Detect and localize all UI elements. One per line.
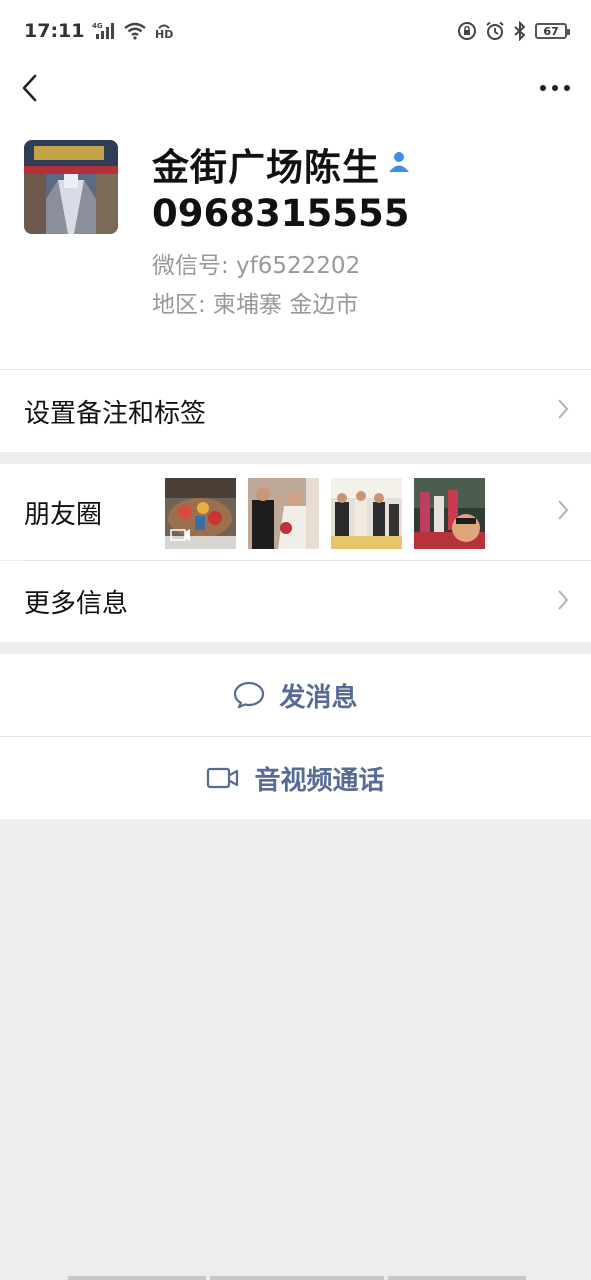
- more-dots-icon[interactable]: [539, 84, 571, 92]
- verified-user-icon: [388, 151, 410, 173]
- top-section: 17:11 4G HD 67 金街广场陈生 0968315555 微信号: yf…: [0, 0, 591, 369]
- avatar[interactable]: [24, 140, 118, 234]
- status-bar: 17:11 4G HD 67: [0, 0, 591, 62]
- send-message-button[interactable]: 发消息: [0, 654, 591, 736]
- nav-bar: [0, 62, 591, 114]
- wifi-icon: [124, 22, 147, 40]
- battery-icon: 67: [535, 23, 570, 39]
- chevron-right-icon: [557, 398, 569, 424]
- chevron-right-icon: [557, 589, 569, 615]
- chevron-right-icon: [557, 499, 569, 525]
- moments-label: 朋友圈: [24, 499, 103, 530]
- lock-rotation-icon: [457, 21, 477, 41]
- more-info-row[interactable]: 更多信息: [0, 561, 591, 642]
- bluetooth-icon: [513, 21, 527, 41]
- chat-bubble-icon: [233, 681, 265, 709]
- video-camera-icon: [206, 767, 240, 789]
- video-call-button[interactable]: 音视频通话: [0, 737, 591, 819]
- wechat-id: 微信号: yf6522202: [152, 253, 361, 279]
- video-call-label: 音视频通话: [254, 765, 385, 796]
- more-info-label: 更多信息: [24, 589, 129, 619]
- moments-thumbnail[interactable]: [331, 478, 402, 549]
- contact-phone: 0968315555: [152, 192, 410, 235]
- remark-tags-label: 设置备注和标签: [24, 398, 207, 429]
- network-type-label: 4G: [92, 22, 103, 30]
- home-indicator: [68, 1276, 526, 1280]
- moments-thumbnail[interactable]: [414, 478, 485, 549]
- moments-thumbnails: [165, 478, 485, 549]
- alarm-icon: [485, 21, 505, 41]
- moments-thumbnail[interactable]: [165, 478, 236, 549]
- hd-label: HD: [155, 28, 173, 40]
- send-message-label: 发消息: [279, 682, 358, 713]
- contact-name: 金街广场陈生: [152, 146, 380, 189]
- moments-thumbnail[interactable]: [248, 478, 319, 549]
- battery-level: 67: [543, 24, 559, 38]
- region: 地区: 柬埔寨 金边市: [152, 292, 359, 318]
- cellular-signal-icon: 4G: [92, 21, 116, 41]
- hd-icon: HD: [154, 22, 174, 40]
- remark-tags-row[interactable]: 设置备注和标签: [0, 370, 591, 452]
- back-arrow-icon[interactable]: [20, 73, 40, 103]
- moments-row[interactable]: 朋友圈: [0, 464, 591, 560]
- status-time: 17:11: [24, 20, 85, 42]
- profile-header: 金街广场陈生 0968315555 微信号: yf6522202 地区: 柬埔寨…: [0, 114, 591, 369]
